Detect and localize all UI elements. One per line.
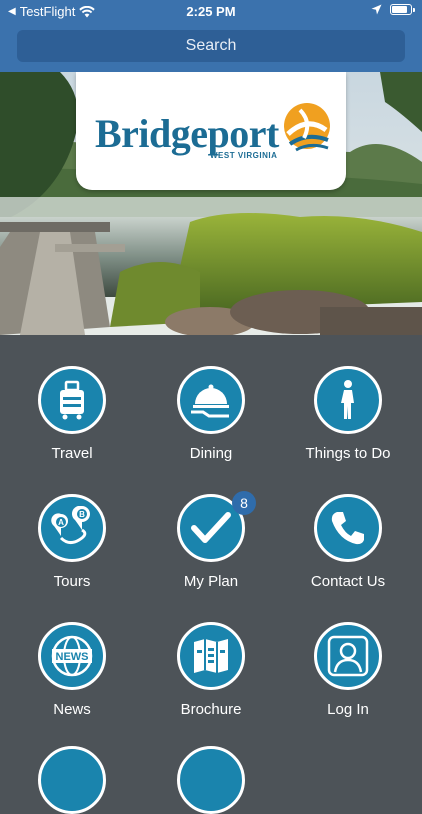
phone-icon <box>331 512 364 545</box>
tile-contact-us[interactable]: Contact Us <box>278 494 418 604</box>
tile-label-news: News <box>53 701 91 718</box>
news-button[interactable]: NEWS <box>38 622 106 690</box>
tile-my-plan[interactable]: 8 My Plan <box>141 491 281 604</box>
tours-button[interactable]: A B <box>38 494 106 562</box>
tile-label-brochure: Brochure <box>180 701 242 718</box>
tile-label-things-to-do: Things to Do <box>305 445 391 462</box>
luggage-icon <box>60 380 84 420</box>
tile-label-log-in: Log In <box>327 701 369 718</box>
log-in-button[interactable] <box>314 622 382 690</box>
battery-icon <box>390 4 415 15</box>
location-icon <box>371 4 382 15</box>
next-row-tile-center[interactable] <box>177 746 245 814</box>
tile-things-to-do[interactable]: Things to Do <box>278 366 418 476</box>
tile-log-in[interactable]: Log In <box>278 622 418 732</box>
tile-dining[interactable]: Dining <box>141 366 281 476</box>
clock: 2:25 PM <box>186 4 236 19</box>
dining-button[interactable] <box>177 366 245 434</box>
my-plan-button[interactable]: 8 <box>177 491 256 562</box>
hero-image: Bridgeport WEST VIRGINIA <box>0 72 422 335</box>
tile-tours[interactable]: A B Tours <box>2 494 142 604</box>
battery-level <box>392 6 407 13</box>
search-bar[interactable]: Search <box>17 30 405 62</box>
tile-label-travel: Travel <box>51 445 93 462</box>
serving-cloche-icon <box>191 384 229 418</box>
svg-text:B: B <box>79 510 85 519</box>
tile-label-tours: Tours <box>53 573 91 590</box>
user-icon <box>327 635 369 677</box>
things-to-do-button[interactable] <box>314 366 382 434</box>
checkmark-icon <box>191 512 231 543</box>
tile-label-my-plan: My Plan <box>183 573 239 590</box>
news-globe-icon: NEWS <box>51 635 93 677</box>
logo-subtitle: WEST VIRGINIA <box>210 151 278 160</box>
tile-brochure[interactable]: Brochure <box>141 622 281 732</box>
travel-button[interactable] <box>38 366 106 434</box>
tile-news[interactable]: NEWS News <box>2 622 142 732</box>
brochure-map-icon <box>194 639 228 673</box>
app-header: Search <box>0 24 422 72</box>
contact-us-button[interactable] <box>314 494 382 562</box>
tile-label-contact-us: Contact Us <box>310 573 386 590</box>
next-row-tile-left[interactable] <box>38 746 106 814</box>
tile-travel[interactable]: Travel <box>2 366 142 476</box>
status-bar: ◀ TestFlight 2:25 PM <box>0 0 422 24</box>
logo-name: Bridgeport <box>95 111 279 156</box>
bridge-logo-icon <box>284 103 330 152</box>
plan-count-badge: 8 <box>232 491 256 515</box>
walking-person-icon <box>341 380 354 419</box>
svg-text:NEWS: NEWS <box>56 651 89 663</box>
svg-text:A: A <box>58 518 64 527</box>
brochure-button[interactable] <box>177 622 245 690</box>
search-label: Search <box>185 37 237 54</box>
route-map-icon: A B <box>51 506 90 545</box>
tile-label-dining: Dining <box>189 445 233 462</box>
logo-card: Bridgeport WEST VIRGINIA <box>76 72 346 190</box>
